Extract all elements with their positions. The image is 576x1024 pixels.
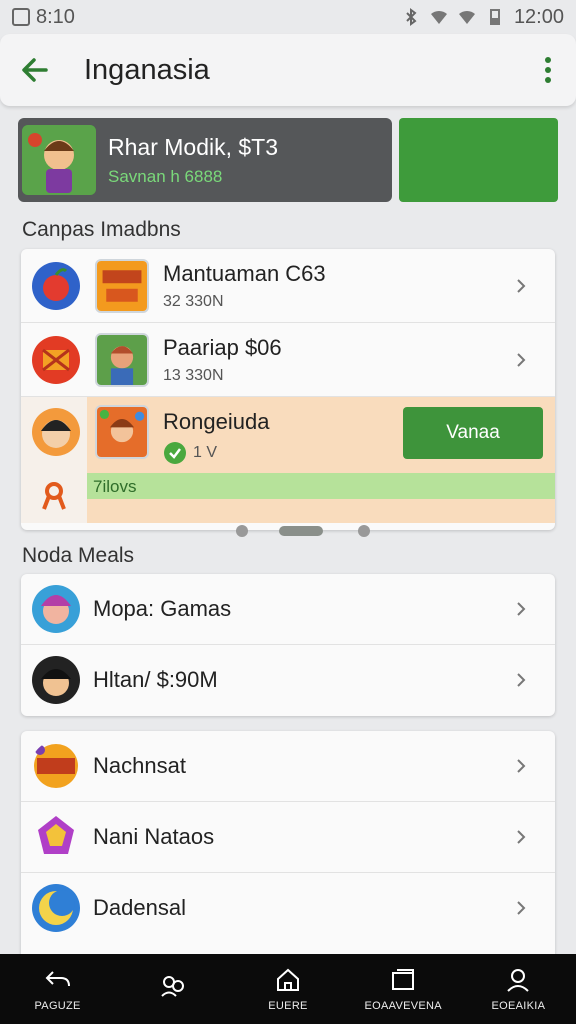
item-label: Hltan/ $:90M [93, 667, 218, 692]
carousel-pager[interactable] [0, 522, 576, 538]
nav-item-library[interactable]: EOAAVEVENA [346, 954, 461, 1024]
page-title: Inganasia [84, 53, 210, 86]
avatar-icon [32, 408, 80, 456]
back-arrow-icon [45, 971, 70, 987]
pager-dot[interactable] [358, 525, 370, 537]
item-subtitle: 32 330N [163, 293, 224, 310]
ribbon-icon [42, 482, 66, 510]
item-subtitle: 13 330N [163, 367, 224, 384]
people-icon [161, 976, 184, 997]
list-item[interactable]: Dadensal [21, 873, 555, 944]
banner-subtitle: Savnan h 6888 [108, 166, 223, 186]
bluetooth-icon [406, 8, 417, 26]
chevron-right-icon [517, 352, 526, 367]
notification-icon [12, 8, 30, 26]
back-button[interactable] [0, 34, 70, 106]
pager-dot[interactable] [236, 525, 248, 537]
status-left: 8:10 [12, 6, 75, 29]
nav-item-people[interactable] [115, 954, 230, 1024]
moon-icon [32, 884, 80, 932]
banner-title: Rhar Modik, $T3 [108, 133, 279, 160]
list-item[interactable]: Nachnsat [21, 731, 555, 802]
item-title: Rongeiuda [163, 409, 270, 434]
item-label: Nachnsat [93, 753, 186, 778]
bottom-navigation: PAGUZE EUERE EOAAVEVENA EOEAIKIA [0, 954, 576, 1024]
check-circle-icon [164, 442, 186, 464]
status-time: 12:00 [513, 5, 564, 28]
item-title: Mantuaman C63 [163, 261, 326, 286]
gem-icon [38, 816, 74, 854]
banner-text: Rhar Modik, $T3 Savnan h 6888 [108, 134, 278, 187]
more-card: Mopa: Gamas Hltan/ $:90M [21, 574, 555, 716]
nav-label: PAGUZE [34, 1000, 81, 1012]
battery-icon [489, 9, 500, 25]
home-icon [277, 968, 299, 991]
status-left-text: 8:10 [36, 5, 75, 28]
list-item[interactable]: Hltan/ $:90M [21, 645, 555, 716]
promo-banner[interactable]: Rhar Modik, $T3 Savnan h 6888 [18, 118, 392, 202]
more-options-button[interactable] [520, 34, 576, 106]
item-label: Mopa: Gamas [93, 596, 232, 621]
section-title-featured: Canpas Imadbns [22, 218, 181, 241]
folder-icon [392, 969, 415, 990]
chevron-right-icon [517, 278, 526, 293]
nav-item-profile[interactable]: EOEAIKIA [461, 954, 576, 1024]
other-card: Nachnsat Nani Nataos Dadensal [21, 731, 555, 961]
row-texts: Rongeiuda 1 V [163, 409, 269, 465]
more-vert-icon [545, 57, 551, 83]
item-subtitle: 1 V [193, 444, 218, 461]
list-item-highlighted[interactable]: Rongeiuda 1 V Vanaa 7ilovs [21, 397, 555, 523]
signal-icon [458, 10, 475, 24]
back-arrow-icon [22, 58, 48, 82]
list-item[interactable]: Nani Nataos [21, 802, 555, 873]
app-bar: Inganasia [0, 34, 576, 106]
profile-icon [507, 969, 530, 992]
game-logo-icon [34, 744, 78, 788]
chevron-right-icon [517, 759, 526, 773]
nav-label: EUERE [268, 1000, 308, 1012]
progress-bar [87, 473, 555, 499]
chevron-right-icon [517, 901, 526, 915]
banner-action-button[interactable] [399, 118, 558, 202]
status-bar: 8:10 12:00 [0, 0, 576, 34]
item-title: Paariap $06 [163, 335, 282, 360]
game-thumbnail-icon [95, 258, 149, 313]
list-item[interactable]: Mopa: Gamas [21, 574, 555, 645]
apple-icon [32, 261, 80, 310]
get-button[interactable]: Vanaa [403, 407, 543, 459]
avatar-icon [32, 585, 80, 633]
chevron-right-icon [517, 830, 526, 844]
nav-item-home[interactable]: EUERE [230, 954, 345, 1024]
list-item[interactable]: Mantuaman C63 32 330N [21, 249, 555, 323]
game-thumbnail-icon [95, 332, 149, 387]
chevron-right-icon [517, 602, 526, 616]
featured-card: Mantuaman C63 32 330N Paariap $06 13 330… [21, 249, 555, 530]
row-texts: Paariap $06 13 330N [163, 335, 282, 385]
pager-dot-active[interactable] [279, 526, 323, 536]
game-thumbnail-icon [95, 405, 149, 459]
nav-item-back[interactable]: PAGUZE [0, 954, 115, 1024]
avatar-icon [32, 656, 80, 704]
crate-icon [32, 335, 80, 384]
item-subtitle-row: 1 V [163, 441, 269, 465]
progress-label: 7ilovs [93, 477, 137, 496]
status-right: 12:00 [402, 6, 564, 29]
item-label: Nani Nataos [93, 824, 215, 849]
chevron-right-icon [517, 673, 526, 687]
row-texts: Mantuaman C63 32 330N [163, 261, 326, 311]
list-item[interactable]: Paariap $06 13 330N [21, 323, 555, 397]
nav-label: EOAAVEVENA [364, 1000, 442, 1012]
item-label: Dadensal [93, 895, 186, 920]
nav-label: EOEAIKIA [491, 1000, 546, 1012]
game-character-art [22, 125, 96, 195]
section-title-more: Noda Meals [22, 544, 135, 567]
wifi-icon [430, 10, 447, 24]
